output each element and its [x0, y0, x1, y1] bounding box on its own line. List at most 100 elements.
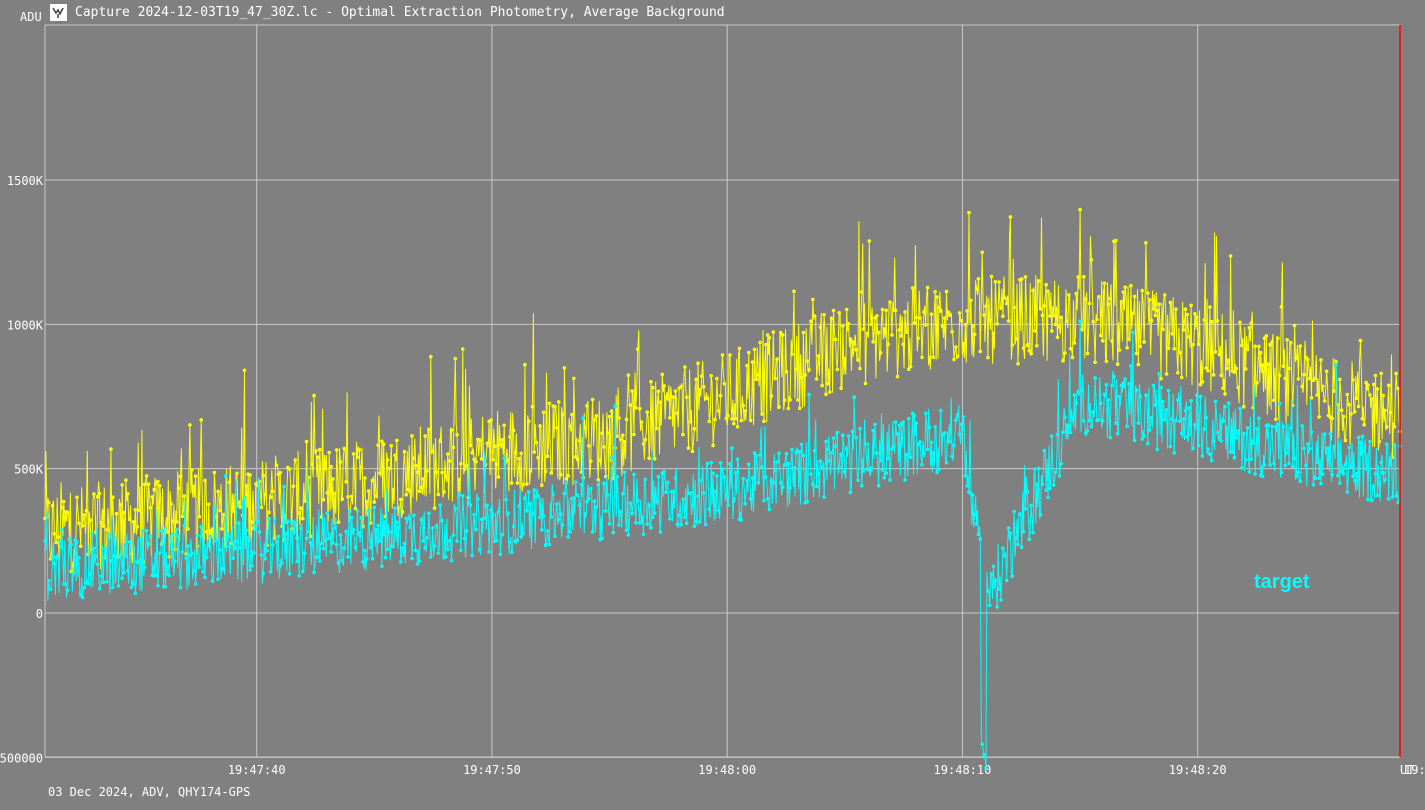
data-point [336, 520, 341, 524]
lightcurve-chart[interactable]: -5000000500K1000K1500K 19:47:4019:47:501… [0, 0, 1425, 810]
data-point [523, 496, 527, 500]
data-point [1099, 401, 1103, 406]
data-point [244, 528, 249, 533]
data-point [174, 527, 179, 532]
data-point [923, 411, 928, 416]
data-point [1251, 441, 1255, 445]
data-point [675, 522, 680, 527]
data-point [1253, 344, 1257, 349]
data-point [991, 331, 996, 336]
data-point [1266, 423, 1271, 427]
data-point [698, 387, 702, 392]
data-point [156, 479, 160, 484]
data-point [1321, 472, 1325, 477]
data-point [1371, 382, 1376, 387]
data-point [1138, 344, 1143, 349]
data-point [1172, 451, 1176, 455]
data-point [886, 342, 890, 347]
data-point [1035, 482, 1039, 487]
data-point [1147, 298, 1152, 302]
data-point [1322, 399, 1327, 403]
data-point [293, 458, 298, 462]
data-point [1048, 314, 1052, 318]
data-point [647, 503, 651, 508]
data-point [353, 545, 358, 550]
data-point [412, 513, 416, 517]
data-point [477, 438, 482, 442]
data-point [564, 481, 569, 485]
data-point [811, 297, 815, 302]
data-point [893, 308, 898, 313]
data-point [884, 308, 888, 313]
data-point [843, 356, 847, 361]
data-point [1074, 291, 1079, 296]
data-point [1208, 305, 1212, 309]
data-point [1046, 289, 1050, 294]
data-point [432, 506, 437, 510]
data-point [716, 508, 721, 513]
data-point [212, 505, 217, 509]
data-point [111, 495, 115, 500]
data-point [987, 603, 992, 608]
data-point [318, 447, 322, 452]
data-point [551, 492, 555, 497]
data-point [105, 580, 109, 584]
data-point [632, 472, 636, 477]
data-point [1377, 439, 1382, 444]
data-point [370, 478, 375, 483]
data-point [1021, 530, 1026, 534]
data-point [1343, 462, 1348, 467]
data-point [513, 450, 518, 455]
data-point [1053, 470, 1058, 474]
data-point [1249, 321, 1254, 325]
data-point [201, 570, 205, 574]
data-point [1050, 329, 1054, 333]
data-point [1247, 325, 1252, 330]
data-point [555, 502, 559, 506]
data-point [562, 366, 567, 370]
data-point [1044, 282, 1048, 287]
data-point [1341, 414, 1346, 419]
data-point [993, 280, 998, 284]
data-point [959, 422, 964, 427]
data-point [71, 572, 75, 576]
data-point [1304, 463, 1308, 468]
data-point [1193, 312, 1197, 316]
data-point [1225, 366, 1229, 371]
data-point [1360, 416, 1365, 421]
data-point [1200, 454, 1205, 458]
data-point [726, 413, 730, 418]
data-point [169, 502, 173, 506]
data-point [666, 480, 670, 485]
data-point [1100, 339, 1105, 343]
data-point [843, 470, 847, 474]
data-point [720, 467, 725, 471]
data-point [771, 480, 776, 485]
data-point [1385, 442, 1389, 447]
data-point [589, 486, 593, 491]
data-point [82, 513, 87, 517]
data-point [637, 406, 642, 411]
data-point [1230, 450, 1235, 455]
data-point [1366, 383, 1370, 387]
data-point [931, 451, 936, 455]
data-point [782, 398, 787, 403]
data-point [1097, 294, 1101, 299]
data-point [263, 557, 268, 561]
data-point [1035, 344, 1039, 348]
data-point [214, 539, 219, 543]
data-point [594, 414, 599, 418]
data-point [664, 490, 668, 495]
data-point [80, 595, 85, 600]
data-point [280, 561, 284, 565]
data-point [654, 499, 659, 504]
data-point [1386, 497, 1391, 501]
data-point [624, 417, 629, 422]
data-point [718, 393, 723, 398]
data-point [429, 354, 433, 359]
data-point [449, 428, 454, 432]
data-point [1309, 430, 1314, 434]
data-point [1292, 456, 1297, 461]
data-point [434, 470, 439, 474]
data-point [581, 475, 585, 480]
